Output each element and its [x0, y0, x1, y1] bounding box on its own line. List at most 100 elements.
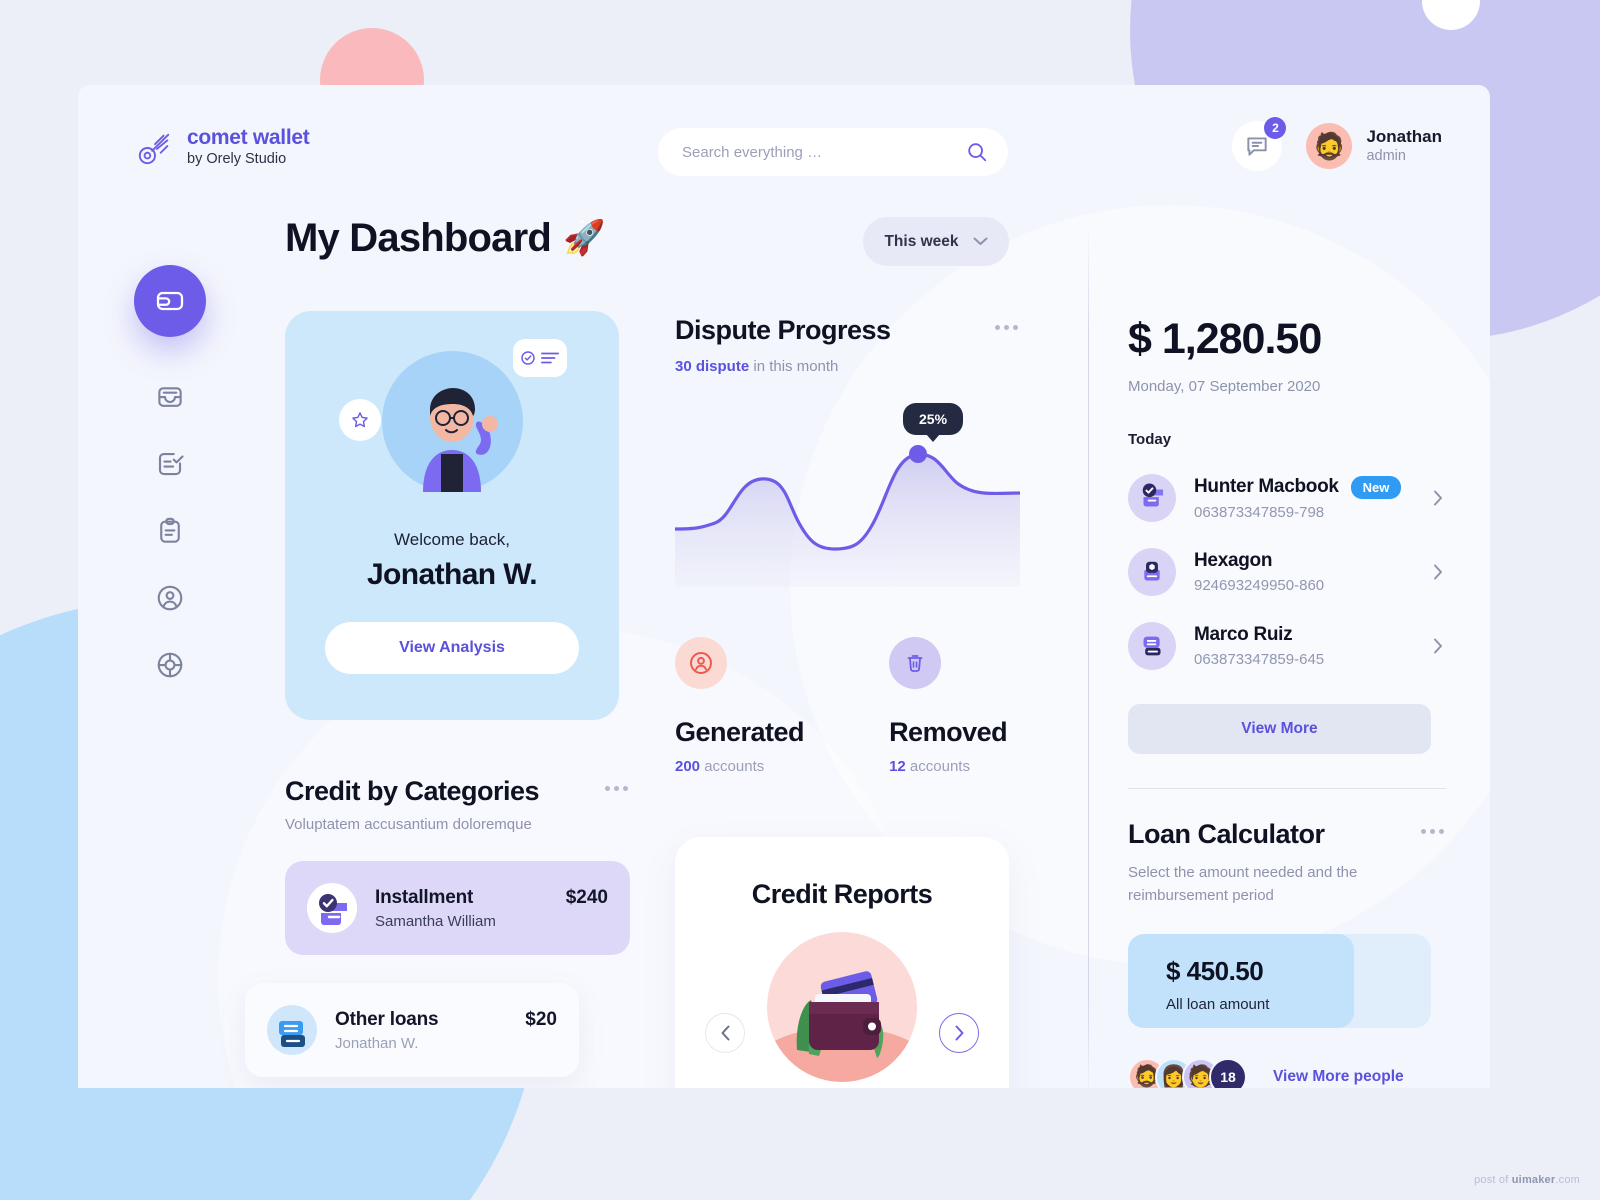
loan-calculator-title: Loan Calculator: [1128, 819, 1325, 849]
category-amount: $240: [565, 886, 608, 908]
lines-doc-icon: [267, 1005, 317, 1055]
credit-categories-title: Credit by Categories: [285, 776, 540, 806]
brand-name: comet wallet: [187, 126, 310, 149]
list-item[interactable]: Other loans $20 Jonathan W.: [245, 983, 579, 1077]
avatar-overflow-count: 18: [1209, 1057, 1247, 1088]
brand-logo[interactable]: comet wallet by Orely Studio: [136, 126, 310, 170]
chevron-right-icon[interactable]: [1430, 638, 1446, 654]
transaction-icon-wrap: [1128, 622, 1176, 670]
sidebar-item-support[interactable]: [153, 648, 187, 682]
transaction-body: Hexagon 924693249950-860: [1194, 550, 1412, 594]
left-column: My Dashboard 🚀 This week Welcome back, J…: [245, 203, 1009, 1077]
avatar-stack[interactable]: 🧔 👩 🧑 18: [1128, 1057, 1247, 1088]
view-more-button[interactable]: View More: [1128, 704, 1431, 754]
view-more-people-link[interactable]: View More people: [1273, 1068, 1404, 1086]
welcome-greeting: Welcome back,: [394, 530, 510, 549]
app-window: comet wallet by Orely Studio 2 🧔: [78, 85, 1490, 1088]
check-doc-icon: [307, 883, 357, 933]
star-icon: [351, 412, 368, 428]
status-badge: New: [1350, 475, 1402, 499]
messages-button[interactable]: 2: [1232, 117, 1287, 171]
loan-amount-label: All loan amount: [1166, 995, 1270, 1013]
sidebar-item-reports[interactable]: [153, 514, 187, 548]
page-title-text: My Dashboard: [285, 215, 552, 260]
transaction-icon-wrap: [1128, 474, 1176, 522]
dispute-area-chart: [673, 445, 1022, 587]
watermark-brand: uimaker: [1511, 1174, 1556, 1186]
trash-icon-wrap: [889, 637, 942, 689]
loan-amount-slider[interactable]: $ 450.50 All loan amount: [1128, 933, 1431, 1028]
wallet-icon: [156, 291, 184, 311]
inbox-tray-icon: [158, 387, 182, 407]
more-options-icon[interactable]: [993, 315, 1020, 340]
sidebar-item-tasks[interactable]: [153, 447, 187, 481]
loan-amount-text: $ 450.50 All loan amount: [1166, 956, 1269, 1013]
rocket-emoji: 🚀: [563, 219, 605, 257]
star-badge: [338, 399, 381, 441]
transaction-row[interactable]: Marco Ruiz 063873347859-645: [1128, 622, 1446, 670]
carousel-prev-button[interactable]: [705, 1013, 745, 1053]
welcome-user-name: Jonathan W.: [366, 558, 538, 591]
lines-icon: [541, 352, 559, 364]
stat-label: Generated: [675, 717, 805, 747]
transaction-id: 063873347859-645: [1194, 651, 1325, 668]
transaction-icon-wrap: [1128, 548, 1176, 596]
transaction-name: Hunter Macbook: [1194, 476, 1339, 497]
watermark-suffix: .com: [1555, 1174, 1580, 1186]
transaction-id: 924693249950-860: [1194, 577, 1325, 594]
hexagon-doc-icon: [1144, 561, 1160, 581]
person-illustration: [423, 388, 498, 492]
chart-tooltip: 25%: [903, 403, 964, 435]
chevron-right-icon[interactable]: [1430, 564, 1446, 580]
sidebar-nav: [134, 265, 206, 682]
search-bar[interactable]: [658, 128, 1008, 176]
watermark-prefix: post of: [1474, 1174, 1512, 1186]
user-menu[interactable]: 🧔 Jonathan admin: [1306, 123, 1442, 169]
category-amount: $20: [525, 1008, 557, 1030]
list-item[interactable]: Installment $240 Samantha William: [285, 861, 630, 955]
search-input[interactable]: [682, 143, 966, 161]
chevron-right-icon[interactable]: [1430, 490, 1446, 506]
transaction-id: 063873347859-798: [1194, 503, 1325, 521]
watermark: post of uimaker.com: [1474, 1174, 1580, 1186]
wallet-illustration: [767, 932, 917, 1082]
carousel-next-button[interactable]: [939, 1013, 979, 1053]
section-divider: [1128, 788, 1446, 789]
more-options-icon[interactable]: [603, 776, 630, 801]
column-divider: [1088, 225, 1089, 1088]
stat-value: 200: [675, 758, 701, 775]
transaction-row[interactable]: Hunter Macbook New 063873347859-798: [1128, 474, 1446, 522]
transaction-body: Hunter Macbook New 063873347859-798: [1194, 475, 1412, 521]
transaction-title-row: Hexagon: [1194, 550, 1412, 572]
transaction-body: Marco Ruiz 063873347859-645: [1194, 624, 1412, 668]
user-name: Jonathan: [1366, 126, 1442, 146]
transaction-title-row: Hunter Macbook New: [1194, 475, 1412, 499]
sidebar-item-wallet[interactable]: [134, 265, 206, 337]
today-label: Today: [1128, 431, 1172, 448]
checklist-badge: [512, 339, 567, 377]
sidebar-item-profile[interactable]: [153, 581, 187, 615]
user-circle-icon: [157, 585, 183, 611]
loan-amount-value: $ 450.50: [1166, 955, 1264, 986]
stat-label: Removed: [889, 717, 1008, 747]
category-person: Jonathan W.: [335, 1034, 419, 1052]
dispute-count: 30 dispute in this month: [675, 358, 891, 375]
checklist-icon: [158, 452, 184, 476]
balance-amount: $ 1,280.50: [1128, 315, 1322, 363]
page-header: My Dashboard 🚀 This week: [285, 203, 1009, 273]
view-analysis-button[interactable]: View Analysis: [325, 622, 579, 674]
credit-reports-title: Credit Reports: [751, 879, 933, 909]
transaction-row[interactable]: Hexagon 924693249950-860: [1128, 548, 1446, 596]
credit-categories-header: Credit by Categories Voluptatem accusant…: [285, 776, 630, 833]
clipboard-icon: [160, 517, 180, 543]
avatar: 🧔: [1306, 123, 1353, 169]
loan-calculator-header: Loan Calculator: [1128, 819, 1446, 850]
category-person: Samantha William: [375, 912, 496, 930]
search-icon[interactable]: [966, 141, 988, 163]
messages-badge: 2: [1264, 117, 1287, 139]
sidebar-item-inbox[interactable]: [153, 380, 187, 414]
stat-value: 12: [889, 758, 906, 775]
page-title: My Dashboard 🚀: [285, 216, 605, 261]
loan-calculator-subtitle: Select the amount needed and the reimbur…: [1128, 864, 1358, 905]
more-options-icon[interactable]: [1419, 819, 1446, 844]
